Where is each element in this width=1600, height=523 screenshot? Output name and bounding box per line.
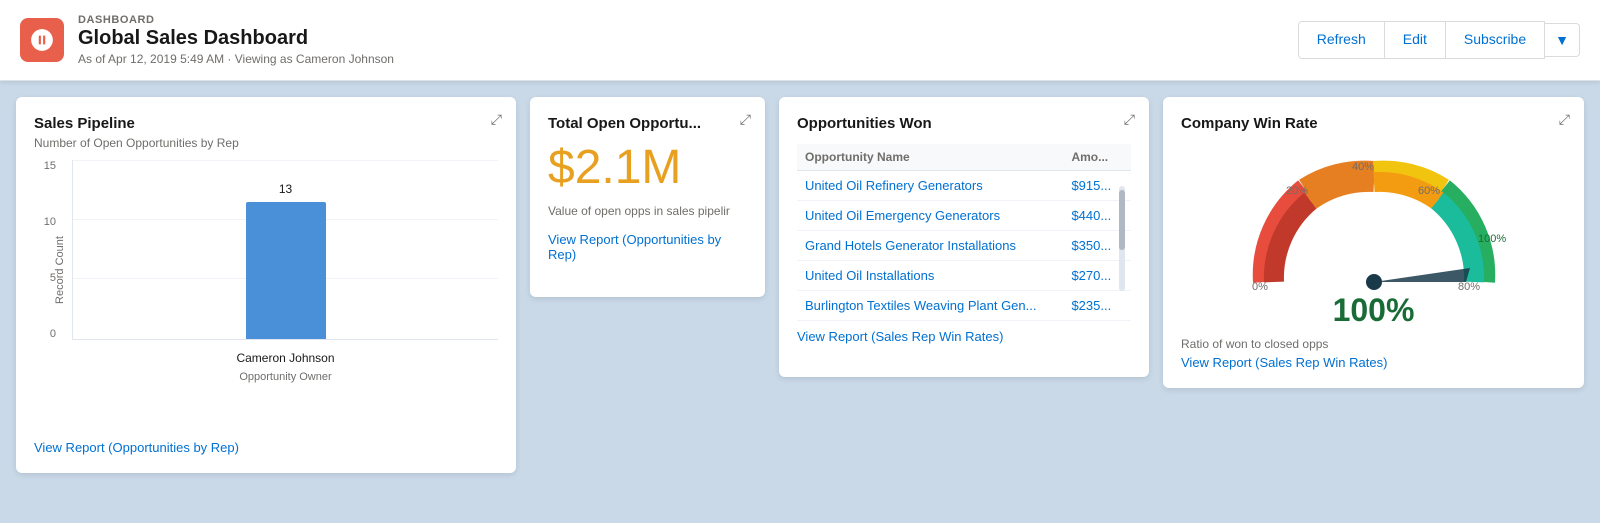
col-amount-header: Amo... xyxy=(1063,144,1131,171)
header-left: DASHBOARD Global Sales Dashboard As of A… xyxy=(20,14,394,66)
table-row: United Oil Refinery Generators$915... xyxy=(797,171,1131,201)
opp-table-header: Opportunity Name Amo... xyxy=(797,144,1131,171)
table-row: Burlington Textiles Weaving Plant Gen...… xyxy=(797,291,1131,321)
opp-view-report-link[interactable]: View Report (Sales Rep Win Rates) xyxy=(797,329,1131,344)
expand-icon-total[interactable]: ⤢ xyxy=(740,111,751,128)
header: DASHBOARD Global Sales Dashboard As of A… xyxy=(0,0,1600,81)
dashboard: Sales Pipeline Number of Open Opportunit… xyxy=(0,81,1600,489)
total-open-card: Total Open Opportu... ⤢ $2.1M Value of o… xyxy=(530,97,765,297)
table-row: Grand Hotels Generator Installations$350… xyxy=(797,231,1131,261)
pipeline-title: Sales Pipeline xyxy=(34,115,498,132)
gauge-svg: 0% 20% 40% 60% 80% 100% xyxy=(1234,142,1514,302)
total-desc: Value of open opps in sales pipelir xyxy=(548,203,747,220)
total-view-report-link[interactable]: View Report (Opportunities by Rep) xyxy=(548,232,747,262)
header-label: DASHBOARD xyxy=(78,14,394,26)
scroll-indicator xyxy=(1119,186,1125,291)
opp-name-cell[interactable]: United Oil Installations xyxy=(797,261,1063,291)
bar-value-label: 13 xyxy=(279,182,292,196)
scroll-thumb xyxy=(1119,190,1125,250)
pipeline-view-report-link[interactable]: View Report (Opportunities by Rep) xyxy=(34,440,498,455)
expand-icon-winrate[interactable]: ⤢ xyxy=(1559,111,1570,128)
header-subtitle: As of Apr 12, 2019 5:49 AM · Viewing as … xyxy=(78,52,394,66)
opp-won-title: Opportunities Won xyxy=(797,115,1131,132)
gauge-container: 0% 20% 40% 60% 80% 100% xyxy=(1181,142,1566,302)
more-actions-button[interactable]: ▼ xyxy=(1545,23,1580,57)
expand-icon-opp[interactable]: ⤢ xyxy=(1124,111,1135,128)
svg-text:100%: 100% xyxy=(1478,233,1506,245)
y-label-0: 0 xyxy=(50,328,56,340)
opp-name-cell[interactable]: United Oil Emergency Generators xyxy=(797,201,1063,231)
opportunities-won-card: Opportunities Won ⤢ Opportunity Name Amo… xyxy=(779,97,1149,377)
bar-cameron: 13 xyxy=(246,202,326,339)
svg-text:0%: 0% xyxy=(1252,281,1268,293)
opp-name-cell[interactable]: Burlington Textiles Weaving Plant Gen... xyxy=(797,291,1063,321)
chart-area: 15 10 5 0 Record Count 13 Cameron Johnso… xyxy=(34,160,498,380)
col-name-header: Opportunity Name xyxy=(797,144,1063,171)
salesforce-icon xyxy=(29,27,55,53)
bar-group-cameron: 13 Cameron Johnson xyxy=(246,202,326,339)
table-row: United Oil Installations$270... xyxy=(797,261,1131,291)
chart-inner: 13 Cameron Johnson Opportunity Owner xyxy=(72,160,498,340)
header-title: Global Sales Dashboard xyxy=(78,26,394,50)
win-rate-description: Ratio of won to closed opps xyxy=(1181,337,1566,351)
opp-table-container: Opportunity Name Amo... United Oil Refin… xyxy=(797,136,1131,321)
pipeline-subtitle: Number of Open Opportunities by Rep xyxy=(34,136,498,150)
header-title-group: DASHBOARD Global Sales Dashboard As of A… xyxy=(78,14,394,66)
opp-table-body: United Oil Refinery Generators$915...Uni… xyxy=(797,171,1131,321)
subscribe-button[interactable]: Subscribe xyxy=(1446,21,1545,59)
opp-header-row: Opportunity Name Amo... xyxy=(797,144,1131,171)
win-rate-title: Company Win Rate xyxy=(1181,115,1566,132)
edit-button[interactable]: Edit xyxy=(1385,21,1446,59)
expand-icon[interactable]: ⤢ xyxy=(491,111,502,128)
y-axis-title: Record Count xyxy=(54,236,66,304)
header-actions: Refresh Edit Subscribe ▼ xyxy=(1298,21,1580,59)
svg-text:80%: 80% xyxy=(1458,281,1480,293)
refresh-button[interactable]: Refresh xyxy=(1298,21,1385,59)
y-label-10: 10 xyxy=(44,216,56,228)
svg-text:40%: 40% xyxy=(1352,161,1374,173)
x-axis-label-cameron: Cameron Johnson xyxy=(236,351,334,365)
y-label-15: 15 xyxy=(44,160,56,172)
total-amount: $2.1M xyxy=(548,142,747,195)
opp-table: Opportunity Name Amo... United Oil Refin… xyxy=(797,144,1131,321)
opp-amount-cell: $235... xyxy=(1063,291,1131,321)
table-row: United Oil Emergency Generators$440... xyxy=(797,201,1131,231)
win-rate-card: Company Win Rate ⤢ xyxy=(1163,97,1584,388)
sales-pipeline-card: Sales Pipeline Number of Open Opportunit… xyxy=(16,97,516,473)
total-open-title: Total Open Opportu... xyxy=(548,115,747,132)
grid-line-15 xyxy=(73,160,498,161)
opp-name-cell[interactable]: Grand Hotels Generator Installations xyxy=(797,231,1063,261)
x-axis-title: Opportunity Owner xyxy=(73,371,498,383)
win-rate-view-report-link[interactable]: View Report (Sales Rep Win Rates) xyxy=(1181,355,1566,370)
opp-name-cell[interactable]: United Oil Refinery Generators xyxy=(797,171,1063,201)
app-icon xyxy=(20,18,64,62)
svg-text:20%: 20% xyxy=(1286,185,1308,197)
svg-text:60%: 60% xyxy=(1418,185,1440,197)
